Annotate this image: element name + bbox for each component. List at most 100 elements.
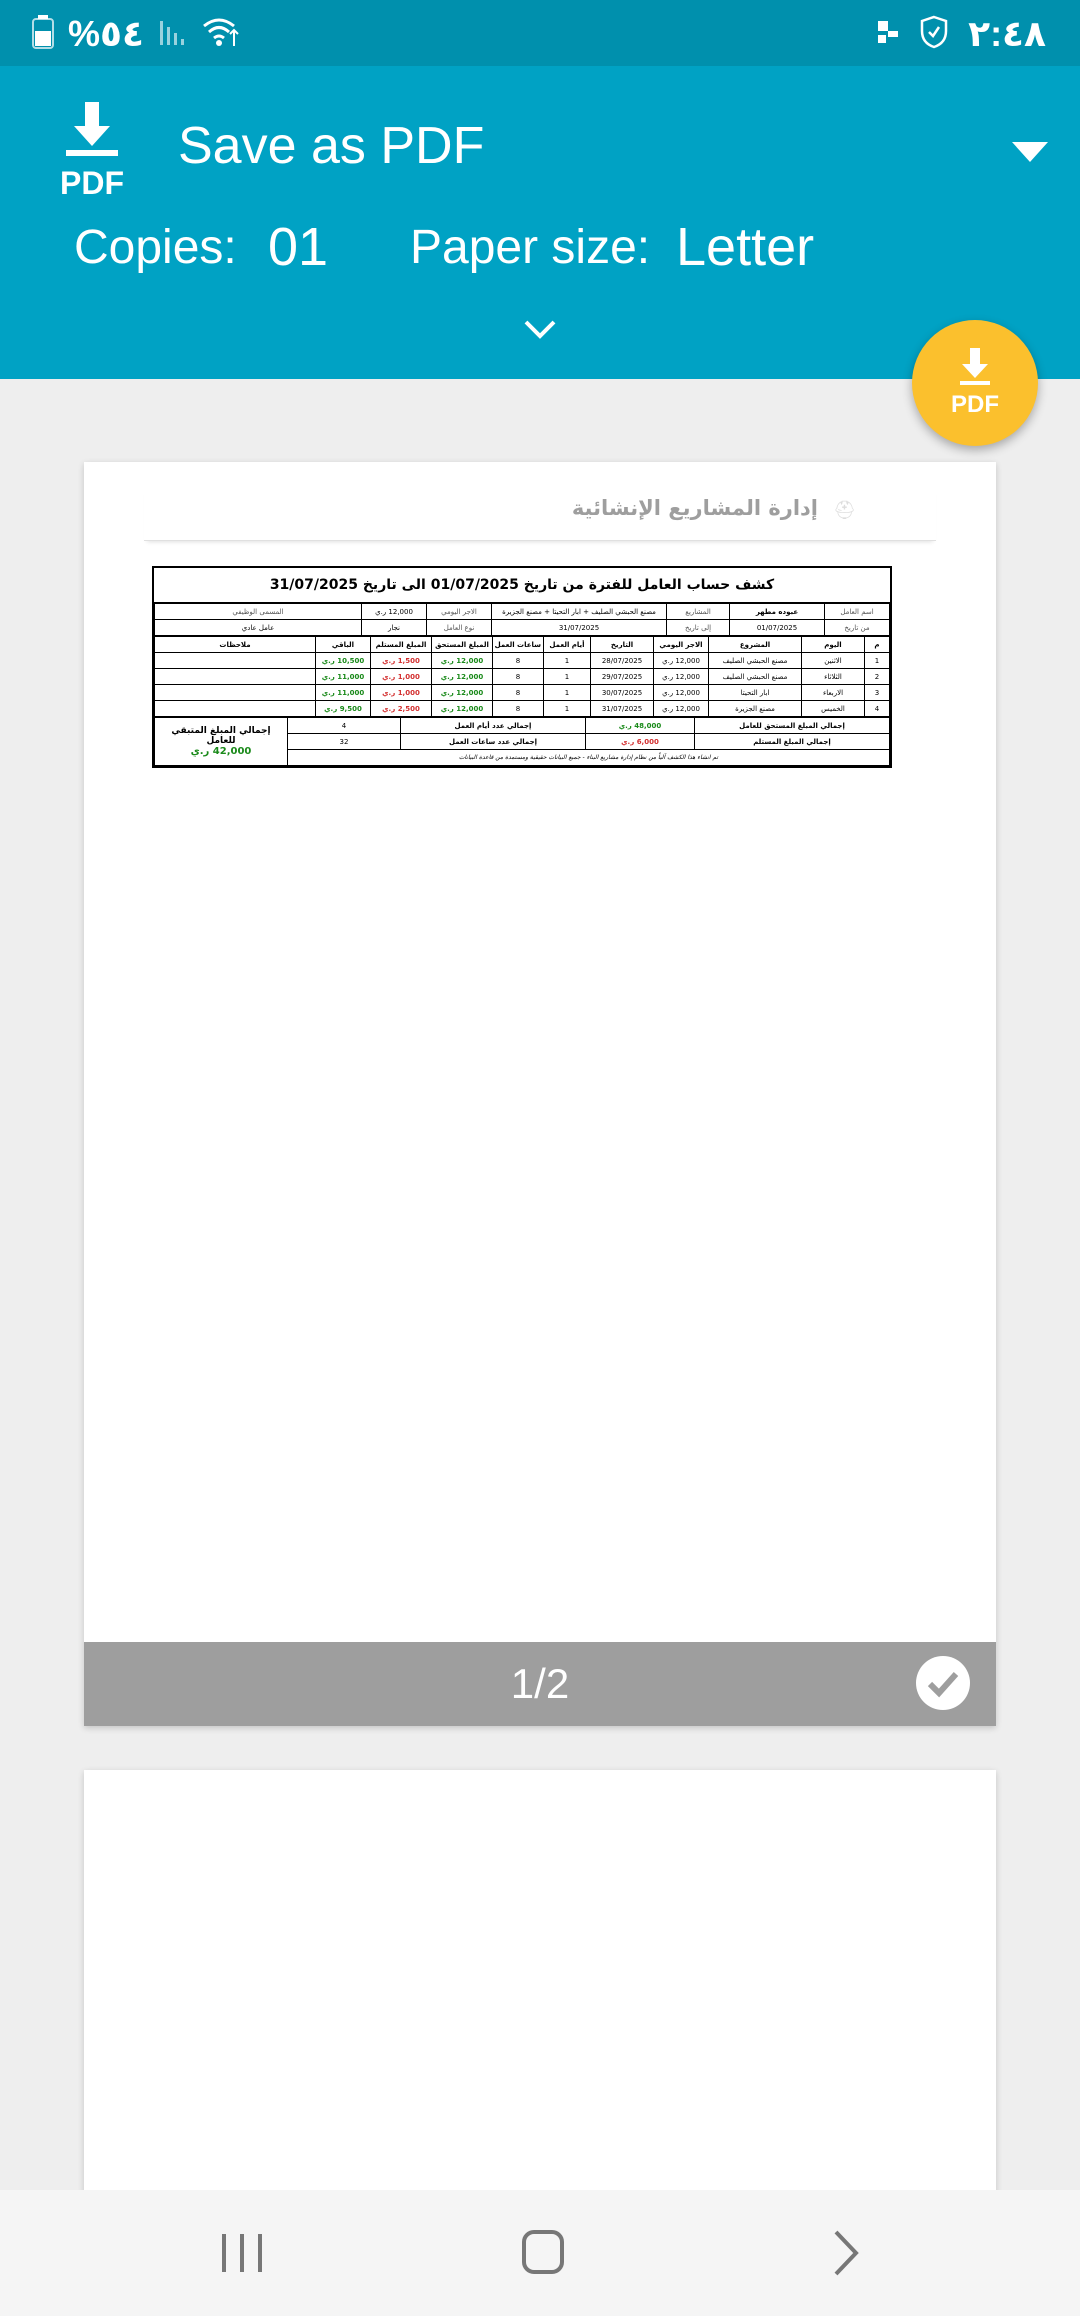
expand-options-chevron-icon[interactable] xyxy=(520,314,560,344)
cell-days: 1 xyxy=(543,700,591,717)
printer-dropdown-arrow-icon[interactable] xyxy=(1010,136,1050,166)
summary-label: إجمالي المبلغ المستلم xyxy=(694,733,890,750)
cell-wage: 12,000 ر.ي xyxy=(653,700,709,717)
printer-select-title[interactable]: Save as PDF xyxy=(178,116,484,176)
column-header: الاجر اليومي xyxy=(653,636,709,653)
cell-notes xyxy=(154,668,316,685)
cell-due: 12,000 ر.ي xyxy=(431,652,493,669)
cell-project: مصنع الجزيرة xyxy=(708,700,802,717)
cell-date: 31/07/2025 xyxy=(590,700,654,717)
column-header: م xyxy=(864,636,890,653)
summary-value: 42,000 ر.ي xyxy=(190,746,252,757)
cell-date: 30/07/2025 xyxy=(590,684,654,701)
hard-hat-icon: ⛑ xyxy=(833,500,856,520)
cell-day: الثلاثاء xyxy=(801,668,865,685)
download-pdf-button[interactable]: PDF xyxy=(912,320,1038,446)
column-header: ملاحظات xyxy=(154,636,316,653)
shield-icon xyxy=(920,15,948,54)
info-label: إلى تاريخ xyxy=(666,619,730,636)
info-value: 12,000 ر.ي xyxy=(361,603,427,620)
cell-remaining: 9,500 ر.ي xyxy=(315,700,371,717)
home-icon[interactable] xyxy=(520,2228,566,2281)
statement-title: كشف حساب العامل للفترة من تاريخ 01/07/20… xyxy=(154,568,890,603)
cell-n: 3 xyxy=(864,684,890,701)
info-value: عبوده مطهر xyxy=(729,603,825,620)
work-days-table: م اليوم المشروع الاجر اليومي التاريخ أيا… xyxy=(154,636,890,717)
paper-size-label: Paper size: xyxy=(410,221,651,274)
back-icon[interactable] xyxy=(830,2228,860,2283)
table-row: 2 الثلاثاء مصنع الحبشي الصليف 12,000 ر.ي… xyxy=(154,668,890,685)
info-label: نوع العامل xyxy=(426,619,492,636)
table-row: 3 الاربعاء ابار التحيتا 12,000 ر.ي 30/07… xyxy=(154,684,890,701)
battery-icon xyxy=(32,14,54,54)
info-value: مصنع الحبشي الصليف + ابار التحيتا + مصنع… xyxy=(491,603,667,620)
battery-percent: %٥٤ xyxy=(68,13,144,54)
cell-notes xyxy=(154,652,316,669)
info-value: 01/07/2025 xyxy=(729,619,825,636)
cell-date: 29/07/2025 xyxy=(590,668,654,685)
cell-day: الاربعاء xyxy=(801,684,865,701)
table-row: 4 الخميس مصنع الجزيرة 12,000 ر.ي 31/07/2… xyxy=(154,700,890,717)
cell-received: 1,500 ر.ي xyxy=(370,652,432,669)
cell-day: الخميس xyxy=(801,700,865,717)
recent-apps-icon[interactable] xyxy=(218,2230,266,2281)
cell-hours: 8 xyxy=(492,652,544,669)
account-statement-sheet: كشف حساب العامل للفترة من تاريخ 01/07/20… xyxy=(152,566,892,768)
cell-remaining: 11,000 ر.ي xyxy=(315,684,371,701)
cell-notes xyxy=(154,700,316,717)
document-header: ⛑ إدارة المشاريع الإنشائية xyxy=(144,488,936,541)
page-selected-check-icon[interactable] xyxy=(916,1656,970,1710)
cell-due: 12,000 ر.ي xyxy=(431,684,493,701)
cell-wage: 12,000 ر.ي xyxy=(653,684,709,701)
cell-due: 12,000 ر.ي xyxy=(431,668,493,685)
cell-project: مصنع الحبشي الصليف xyxy=(708,668,802,685)
cell-days: 1 xyxy=(543,668,591,685)
cell-n: 1 xyxy=(864,652,890,669)
summary-label: إجمالي المبلغ المتبقي للعامل xyxy=(171,726,271,746)
cell-remaining: 10,500 ر.ي xyxy=(315,652,371,669)
svg-text:PDF: PDF xyxy=(951,391,999,418)
cell-hours: 8 xyxy=(492,668,544,685)
table-row: 1 الاثنين مصنع الحبشي الصليف 12,000 ر.ي … xyxy=(154,652,890,669)
cell-day: الاثنين xyxy=(801,652,865,669)
page-indicator: 1/2 xyxy=(510,1660,570,1707)
column-header: المشروع xyxy=(708,636,802,653)
page-preview-1[interactable]: ⛑ إدارة المشاريع الإنشائية كشف حساب العا… xyxy=(84,462,996,1726)
column-header: ساعات العمل xyxy=(492,636,544,653)
info-value: 31/07/2025 xyxy=(491,619,667,636)
info-label: الاجر اليومي xyxy=(426,603,492,620)
cell-notes xyxy=(154,684,316,701)
summary-value: 48,000 ر.ي xyxy=(585,717,695,734)
cell-days: 1 xyxy=(543,652,591,669)
info-value: عامل عادي xyxy=(154,619,362,636)
page-footer: 1/2 xyxy=(84,1642,996,1726)
info-label: المشاريع xyxy=(666,603,730,620)
cell-received: 1,000 ر.ي xyxy=(370,668,432,685)
info-label: اسم العامل xyxy=(824,603,890,620)
summary-label: إجمالي عدد ساعات العمل xyxy=(400,733,586,750)
cell-received: 2,500 ر.ي xyxy=(370,700,432,717)
pdf-download-icon: PDF xyxy=(52,102,132,212)
wifi-icon xyxy=(202,16,240,53)
summary-label: إجمالي عدد أيام العمل xyxy=(400,717,586,734)
info-label: من تاريخ xyxy=(824,619,890,636)
summary-value: 4 xyxy=(287,717,401,734)
document-header-title: إدارة المشاريع الإنشائية xyxy=(571,496,818,520)
cell-project: ابار التحيتا xyxy=(708,684,802,701)
copies-value[interactable]: 01 xyxy=(268,216,328,278)
summary-table: إجمالي المبلغ المستحق للعامل 48,000 ر.ي … xyxy=(154,717,890,766)
notification-app-icon xyxy=(876,19,900,50)
footer-note: تم انشاء هذا الكشف آلياً من نظام إدارة م… xyxy=(287,749,890,766)
column-header: أيام العمل xyxy=(543,636,591,653)
copies-label: Copies: xyxy=(74,221,237,274)
worker-info-table: اسم العامل عبوده مطهر المشاريع مصنع الحب… xyxy=(154,603,890,636)
column-header: الباقي xyxy=(315,636,371,653)
cell-n: 2 xyxy=(864,668,890,685)
paper-size-value[interactable]: Letter xyxy=(676,216,814,278)
cellular-signal-icon xyxy=(158,17,188,52)
cell-hours: 8 xyxy=(492,700,544,717)
cell-remaining: 11,000 ر.ي xyxy=(315,668,371,685)
summary-label: إجمالي المبلغ المستحق للعامل xyxy=(694,717,890,734)
summary-value: 6,000 ر.ي xyxy=(585,733,695,750)
cell-wage: 12,000 ر.ي xyxy=(653,652,709,669)
